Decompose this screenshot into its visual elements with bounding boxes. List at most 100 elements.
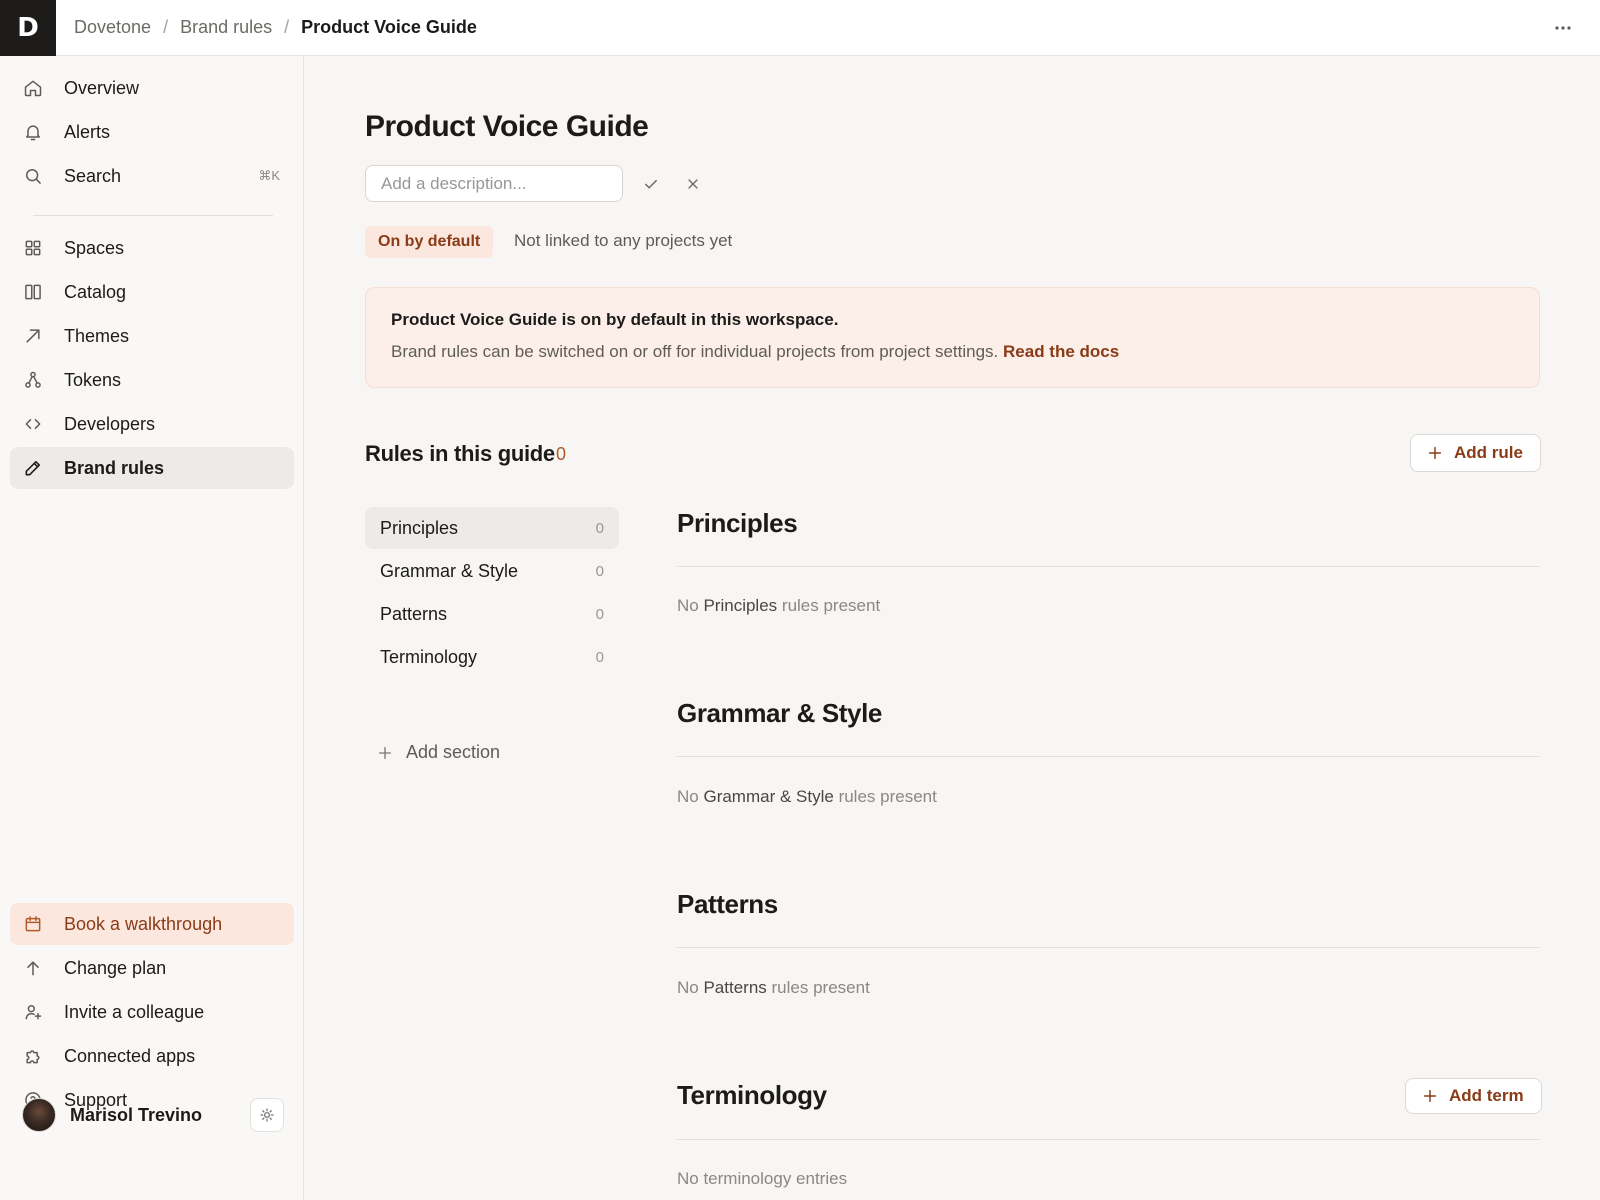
empty-prefix: No [677,787,699,806]
section-nav-label: Patterns [380,603,448,624]
sidebar-item-label: Invite a colleague [64,1001,205,1022]
info-callout: Product Voice Guide is on by default in … [365,287,1540,388]
empty-prefix: No [677,978,699,997]
empty-suffix: rules present [771,978,870,997]
section-nav-label: Principles [380,517,459,538]
home-icon [24,80,42,97]
sidebar-item-label: Change plan [64,957,167,978]
breadcrumb-brand-rules[interactable]: Brand rules [180,17,272,38]
breadcrumb-current: Product Voice Guide [301,17,477,37]
plus-icon [379,746,391,759]
columns-icon [25,284,41,300]
sidebar-item-label: Catalog [64,281,127,302]
more-options-button[interactable] [1550,16,1576,40]
code-icon [25,419,41,429]
section-nav-patterns[interactable]: Patterns 0 [365,593,619,635]
sidebar-item-themes[interactable]: Themes [10,315,294,357]
empty-suffix: rules present [838,787,937,806]
sidebar-item-developers[interactable]: Developers [10,403,294,445]
section-nav-label: Terminology [380,646,478,667]
section-title-terminology: Terminology [677,1080,827,1110]
empty-state-grammar-style: No Grammar & Style rules present [677,787,937,807]
grid-icon [25,240,41,256]
linked-projects-status: Not linked to any projects yet [514,231,733,250]
sidebar-item-catalog[interactable]: Catalog [10,271,294,313]
sidebar-item-label: Overview [64,77,140,98]
check-icon [645,179,657,189]
section-divider [677,947,1540,948]
page-title: Product Voice Guide [365,110,649,143]
sun-icon [260,1108,274,1122]
sidebar: Overview Alerts Search ⌘K Spaces Catalog… [0,56,304,1200]
sidebar-item-brand-rules[interactable]: Brand rules [10,447,294,489]
sidebar-divider [33,215,273,216]
sidebar-item-label: Themes [64,325,130,346]
empty-section-name: Patterns [703,978,767,997]
sidebar-item-label: Alerts [64,121,111,142]
empty-prefix: No [677,596,699,615]
section-nav-count: 0 [595,648,604,666]
add-section-label: Add section [406,742,501,762]
bell-icon [26,125,40,141]
empty-section-name: Principles [703,596,778,615]
sidebar-item-invite-colleague[interactable]: Invite a colleague [10,991,294,1033]
confirm-description-button[interactable] [639,172,663,196]
sidebar-item-alerts[interactable]: Alerts [10,111,294,153]
close-icon [688,179,698,189]
section-nav-principles[interactable]: Principles 0 [365,507,619,549]
add-rule-button[interactable]: Add rule [1410,434,1541,472]
cancel-description-button[interactable] [681,172,705,196]
section-divider [677,756,1540,757]
breadcrumb-workspace[interactable]: Dovetone [74,17,151,38]
empty-section-name: Grammar & Style [703,787,834,806]
sidebar-item-label: Brand rules [64,457,165,478]
section-divider [677,1139,1540,1140]
top-bar: D Dovetone / Brand rules / Product Voice… [0,0,1600,56]
arrow-up-icon [27,961,39,976]
breadcrumb: Dovetone / Brand rules / Product Voice G… [74,17,477,38]
callout-text: Brand rules can be switched on or off fo… [391,342,999,361]
sidebar-item-book-walkthrough[interactable]: Book a walkthrough [10,903,294,945]
sidebar-item-label: Book a walkthrough [64,913,223,934]
main-content: Product Voice Guide On by default Not li… [305,56,1600,1200]
sidebar-item-label: Tokens [64,369,122,390]
add-section-button[interactable]: Add section [377,742,500,763]
user-plus-icon [25,1005,42,1020]
user-name: Marisol Trevino [70,1104,203,1125]
section-nav-count: 0 [595,562,604,580]
sidebar-item-connected-apps[interactable]: Connected apps [10,1035,294,1077]
search-icon [26,169,41,184]
add-term-label: Add term [1449,1086,1524,1105]
user-profile[interactable]: Marisol Trevino [22,1096,284,1134]
sidebar-item-label: Connected apps [64,1045,196,1066]
section-title-patterns: Patterns [677,889,778,919]
section-nav-terminology[interactable]: Terminology 0 [365,636,619,678]
breadcrumb-separator: / [163,17,169,37]
more-horizontal-icon [1555,26,1571,30]
app-logo[interactable]: D [0,0,56,56]
arrow-up-right-icon [26,329,40,343]
empty-state-patterns: No Patterns rules present [677,978,870,998]
section-nav-grammar-style[interactable]: Grammar & Style 0 [365,550,619,592]
theme-toggle-button[interactable] [250,1098,284,1132]
sidebar-item-tokens[interactable]: Tokens [10,359,294,401]
read-docs-link[interactable]: Read the docs [1003,342,1119,361]
description-input[interactable] [365,165,623,202]
section-nav-label: Grammar & Style [380,560,519,581]
empty-state-terminology: No terminology entries [677,1169,848,1188]
breadcrumb-separator: / [284,17,290,37]
sidebar-item-change-plan[interactable]: Change plan [10,947,294,989]
section-nav-count: 0 [595,519,604,537]
sidebar-item-label: Search [64,165,122,186]
section-nav-count: 0 [595,605,604,623]
empty-suffix: rules present [781,596,881,615]
sidebar-item-spaces[interactable]: Spaces [10,227,294,269]
section-title-principles: Principles [677,508,798,538]
add-term-button[interactable]: Add term [1405,1078,1542,1114]
sidebar-item-overview[interactable]: Overview [10,67,294,109]
status-badge: On by default [365,226,494,258]
plus-icon [1428,446,1442,460]
puzzle-icon [26,1050,40,1064]
add-rule-label: Add rule [1454,443,1523,462]
sidebar-item-search[interactable]: Search ⌘K [10,155,294,197]
